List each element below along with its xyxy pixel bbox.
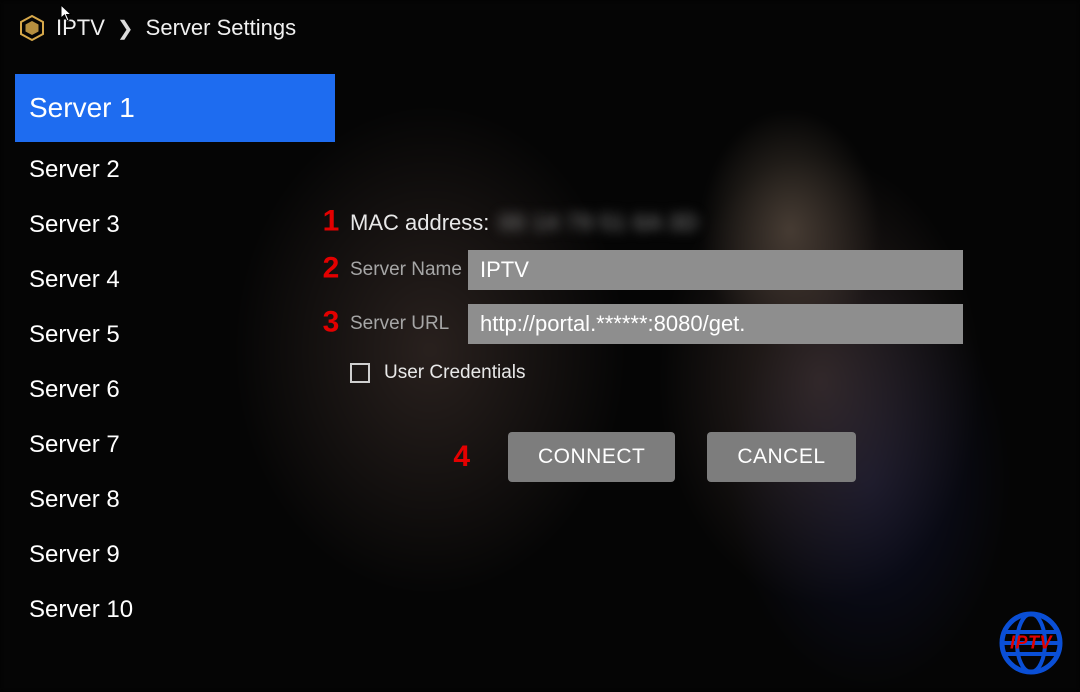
sidebar-item-server-7[interactable]: Server 7 <box>15 417 335 472</box>
connect-button[interactable]: CONNECT <box>508 432 675 482</box>
server-name-input[interactable] <box>468 250 963 290</box>
sidebar-item-label: Server 5 <box>29 321 120 349</box>
mac-address-label: MAC address: <box>350 210 489 236</box>
cancel-button[interactable]: CANCEL <box>707 432 855 482</box>
sidebar-item-server-9[interactable]: Server 9 <box>15 527 335 582</box>
sidebar-item-server-6[interactable]: Server 6 <box>15 362 335 417</box>
user-credentials-row: User Credentials <box>316 358 1040 384</box>
sidebar-item-label: Server 9 <box>29 541 120 569</box>
sidebar-item-label: Server 1 <box>29 92 135 124</box>
sidebar-item-server-2[interactable]: Server 2 <box>15 142 335 197</box>
app-logo-icon <box>18 14 46 42</box>
sidebar-item-label: Server 7 <box>29 431 120 459</box>
server-settings-form: 1 MAC address: 00 14 79 51 6A 3D 2 Serve… <box>316 210 1040 398</box>
watermark-text: IPTV <box>1010 633 1052 654</box>
server-name-row: 2 Server Name <box>316 250 1040 290</box>
sidebar-item-server-10[interactable]: Server 10 <box>15 582 335 637</box>
annotation-marker-4: 4 <box>316 440 476 474</box>
server-list: Server 1 Server 2 Server 3 Server 4 Serv… <box>15 74 335 637</box>
annotation-marker-3: 3 <box>316 305 346 339</box>
sidebar-item-label: Server 4 <box>29 266 120 294</box>
sidebar-item-label: Server 8 <box>29 486 120 514</box>
user-credentials-checkbox[interactable] <box>350 363 370 383</box>
sidebar-item-label: Server 2 <box>29 156 120 184</box>
sidebar-item-server-8[interactable]: Server 8 <box>15 472 335 527</box>
chevron-right-icon: ❯ <box>117 16 134 41</box>
mac-address-row: 1 MAC address: 00 14 79 51 6A 3D <box>316 210 1040 236</box>
annotation-marker-1: 1 <box>316 204 346 238</box>
sidebar-item-server-5[interactable]: Server 5 <box>15 307 335 362</box>
button-row: 4 CONNECT CANCEL <box>316 432 856 482</box>
breadcrumb-page: Server Settings <box>146 15 296 41</box>
annotation-marker-2: 2 <box>316 251 346 285</box>
sidebar-item-server-4[interactable]: Server 4 <box>15 252 335 307</box>
sidebar-item-server-3[interactable]: Server 3 <box>15 197 335 252</box>
sidebar-item-server-1[interactable]: Server 1 <box>15 74 335 142</box>
watermark-logo: IPTV <box>996 608 1066 678</box>
server-url-label: Server URL <box>350 313 468 335</box>
sidebar-item-label: Server 10 <box>29 596 133 624</box>
mouse-cursor-icon <box>60 4 74 27</box>
user-credentials-label: User Credentials <box>384 362 526 384</box>
server-url-row: 3 Server URL <box>316 304 1040 344</box>
sidebar-item-label: Server 3 <box>29 211 120 239</box>
server-name-label: Server Name <box>350 259 468 281</box>
server-url-input[interactable] <box>468 304 963 344</box>
sidebar-item-label: Server 6 <box>29 376 120 404</box>
mac-address-value: 00 14 79 51 6A 3D <box>499 210 698 236</box>
